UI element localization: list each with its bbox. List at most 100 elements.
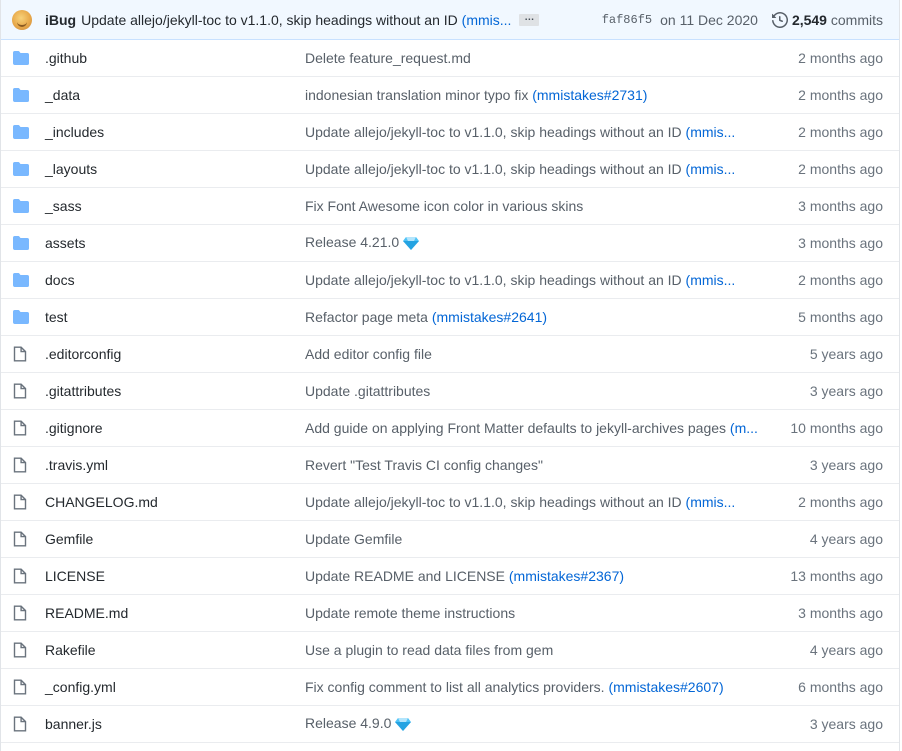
- file-commit-message-text[interactable]: Release 4.9.0: [305, 715, 391, 731]
- file-name-link[interactable]: _data: [45, 87, 305, 103]
- file-last-updated[interactable]: 3 months ago: [763, 235, 883, 251]
- file-commit-message-text[interactable]: Update remote theme instructions: [305, 605, 515, 621]
- file-last-updated[interactable]: 2 months ago: [763, 50, 883, 66]
- file-commit-ref-link[interactable]: (mmistakes#2367): [509, 568, 624, 584]
- file-name-link[interactable]: assets: [45, 235, 305, 251]
- commit-message[interactable]: Update allejo/jekyll-toc to v1.1.0, skip…: [81, 12, 511, 28]
- file-row[interactable]: .gitattributes Update .gitattributes 3 yea…: [1, 373, 899, 410]
- file-commit-message-text[interactable]: Fix config comment to list all analytics…: [305, 679, 608, 695]
- file-commit-message[interactable]: Release 4.21.0: [305, 234, 763, 253]
- file-commit-ref-link[interactable]: (mmis...: [686, 161, 736, 177]
- file-commit-ref-link[interactable]: (mmis...: [686, 494, 736, 510]
- file-commit-message[interactable]: Fix config comment to list all analytics…: [305, 679, 763, 695]
- file-last-updated[interactable]: 2 months ago: [763, 272, 883, 288]
- file-last-updated[interactable]: 4 years ago: [763, 642, 883, 658]
- file-last-updated[interactable]: 4 years ago: [763, 531, 883, 547]
- file-commit-message[interactable]: Delete feature_request.md: [305, 50, 763, 66]
- file-name-link[interactable]: Rakefile: [45, 642, 305, 658]
- file-name-link[interactable]: banner.js: [45, 716, 305, 732]
- file-row[interactable]: _data indonesian translation minor typo f…: [1, 77, 899, 114]
- file-last-updated[interactable]: 3 months ago: [763, 198, 883, 214]
- author-avatar[interactable]: [12, 9, 32, 30]
- file-last-updated[interactable]: 3 years ago: [763, 457, 883, 473]
- file-row[interactable]: .github Delete feature_request.md 2 months…: [1, 40, 899, 77]
- file-name-link[interactable]: _includes: [45, 124, 305, 140]
- file-last-updated[interactable]: 2 months ago: [763, 161, 883, 177]
- commit-message-ref[interactable]: (mmis...: [462, 12, 512, 28]
- file-row[interactable]: CHANGELOG.md Update allejo/jekyll-toc to …: [1, 484, 899, 521]
- file-commit-ref-link[interactable]: (mmis...: [686, 124, 736, 140]
- commit-message-text[interactable]: Update allejo/jekyll-toc to v1.1.0, skip…: [81, 12, 458, 28]
- commit-sha[interactable]: faf86f5: [602, 13, 652, 27]
- file-commit-message[interactable]: Fix Font Awesome icon color in various s…: [305, 198, 763, 214]
- file-name-link[interactable]: .github: [45, 50, 305, 66]
- commit-count-link[interactable]: 2,549 commits: [792, 12, 883, 28]
- file-name-link[interactable]: _sass: [45, 198, 305, 214]
- commit-author[interactable]: iBug: [45, 12, 76, 28]
- file-commit-message-text[interactable]: Add editor config file: [305, 346, 432, 362]
- file-name-link[interactable]: .gitattributes: [45, 383, 305, 399]
- file-row[interactable]: _config.yml Fix config comment to list al…: [1, 669, 899, 706]
- file-name-link[interactable]: test: [45, 309, 305, 325]
- file-last-updated[interactable]: 6 months ago: [763, 679, 883, 695]
- file-commit-message-text[interactable]: Delete feature_request.md: [305, 50, 471, 66]
- file-row[interactable]: _sass Fix Font Awesome icon color in vari…: [1, 188, 899, 225]
- file-last-updated[interactable]: 2 months ago: [763, 124, 883, 140]
- file-commit-message[interactable]: Add guide on applying Front Matter defau…: [305, 420, 763, 436]
- file-commit-message[interactable]: Update allejo/jekyll-toc to v1.1.0, skip…: [305, 494, 763, 510]
- file-row[interactable]: test Refactor page meta (mmistakes#2641) 5…: [1, 299, 899, 336]
- file-commit-message[interactable]: Add editor config file: [305, 346, 763, 362]
- file-commit-message-text[interactable]: Update README and LICENSE: [305, 568, 509, 584]
- file-commit-message-text[interactable]: Fix Font Awesome icon color in various s…: [305, 198, 583, 214]
- file-name-link[interactable]: LICENSE: [45, 568, 305, 584]
- file-commit-ref-link[interactable]: (m...: [730, 420, 758, 436]
- file-commit-message[interactable]: Update Gemfile: [305, 531, 763, 547]
- file-commit-ref-link[interactable]: (mmistakes#2641): [432, 309, 547, 325]
- file-row[interactable]: banner.js Release 4.9.0 3 years ago: [1, 706, 899, 743]
- file-commit-message-text[interactable]: Add guide on applying Front Matter defau…: [305, 420, 730, 436]
- file-row[interactable]: _layouts Update allejo/jekyll-toc to v1.1…: [1, 151, 899, 188]
- file-row[interactable]: .travis.yml Revert "Test Travis CI config…: [1, 447, 899, 484]
- file-last-updated[interactable]: 10 months ago: [763, 420, 883, 436]
- file-name-link[interactable]: .editorconfig: [45, 346, 305, 362]
- file-last-updated[interactable]: 13 months ago: [763, 568, 883, 584]
- file-commit-message-text[interactable]: Release 4.21.0: [305, 234, 399, 250]
- file-commit-message[interactable]: Use a plugin to read data files from gem: [305, 642, 763, 658]
- file-commit-message[interactable]: Release 4.9.0: [305, 715, 763, 734]
- file-commit-ref-link[interactable]: (mmistakes#2607): [608, 679, 723, 695]
- file-name-link[interactable]: .travis.yml: [45, 457, 305, 473]
- file-last-updated[interactable]: 5 months ago: [763, 309, 883, 325]
- file-commit-message[interactable]: Update allejo/jekyll-toc to v1.1.0, skip…: [305, 124, 763, 140]
- file-last-updated[interactable]: 2 months ago: [763, 494, 883, 510]
- commit-count[interactable]: 2,549: [792, 12, 827, 28]
- file-name-link[interactable]: docs: [45, 272, 305, 288]
- file-commit-message-text[interactable]: Update .gitattributes: [305, 383, 430, 399]
- file-commit-message[interactable]: Refactor page meta (mmistakes#2641): [305, 309, 763, 325]
- file-name-link[interactable]: CHANGELOG.md: [45, 494, 305, 510]
- file-row[interactable]: assets Release 4.21.0 3 months ago: [1, 225, 899, 262]
- file-commit-message[interactable]: Update remote theme instructions: [305, 605, 763, 621]
- file-commit-message-text[interactable]: Update Gemfile: [305, 531, 402, 547]
- expand-commit-button[interactable]: …: [519, 12, 540, 26]
- file-name-link[interactable]: .gitignore: [45, 420, 305, 436]
- file-commit-ref-link[interactable]: (mmis...: [686, 272, 736, 288]
- file-row[interactable]: _includes Update allejo/jekyll-toc to v1.…: [1, 114, 899, 151]
- file-last-updated[interactable]: 3 months ago: [763, 605, 883, 621]
- file-last-updated[interactable]: 3 years ago: [763, 383, 883, 399]
- file-row[interactable]: README.md Update remote theme instruction…: [1, 595, 899, 632]
- file-commit-message-text[interactable]: Update allejo/jekyll-toc to v1.1.0, skip…: [305, 494, 686, 510]
- file-row[interactable]: Rakefile Use a plugin to read data files …: [1, 632, 899, 669]
- file-last-updated[interactable]: 2 months ago: [763, 87, 883, 103]
- file-name-link[interactable]: _layouts: [45, 161, 305, 177]
- file-commit-message[interactable]: Revert "Test Travis CI config changes": [305, 457, 763, 473]
- file-commit-message[interactable]: indonesian translation minor typo fix (m…: [305, 87, 763, 103]
- file-commit-message-text[interactable]: Update allejo/jekyll-toc to v1.1.0, skip…: [305, 272, 686, 288]
- file-name-link[interactable]: Gemfile: [45, 531, 305, 547]
- file-row[interactable]: Gemfile Update Gemfile 4 years ago: [1, 521, 899, 558]
- file-commit-message[interactable]: Update allejo/jekyll-toc to v1.1.0, skip…: [305, 272, 763, 288]
- file-commit-message[interactable]: Update README and LICENSE (mmistakes#236…: [305, 568, 763, 584]
- file-row[interactable]: .gitignore Add guide on applying Front Ma…: [1, 410, 899, 447]
- file-commit-message-text[interactable]: Update allejo/jekyll-toc to v1.1.0, skip…: [305, 161, 686, 177]
- file-commit-message-text[interactable]: indonesian translation minor typo fix: [305, 87, 532, 103]
- file-commit-message-text[interactable]: Revert "Test Travis CI config changes": [305, 457, 543, 473]
